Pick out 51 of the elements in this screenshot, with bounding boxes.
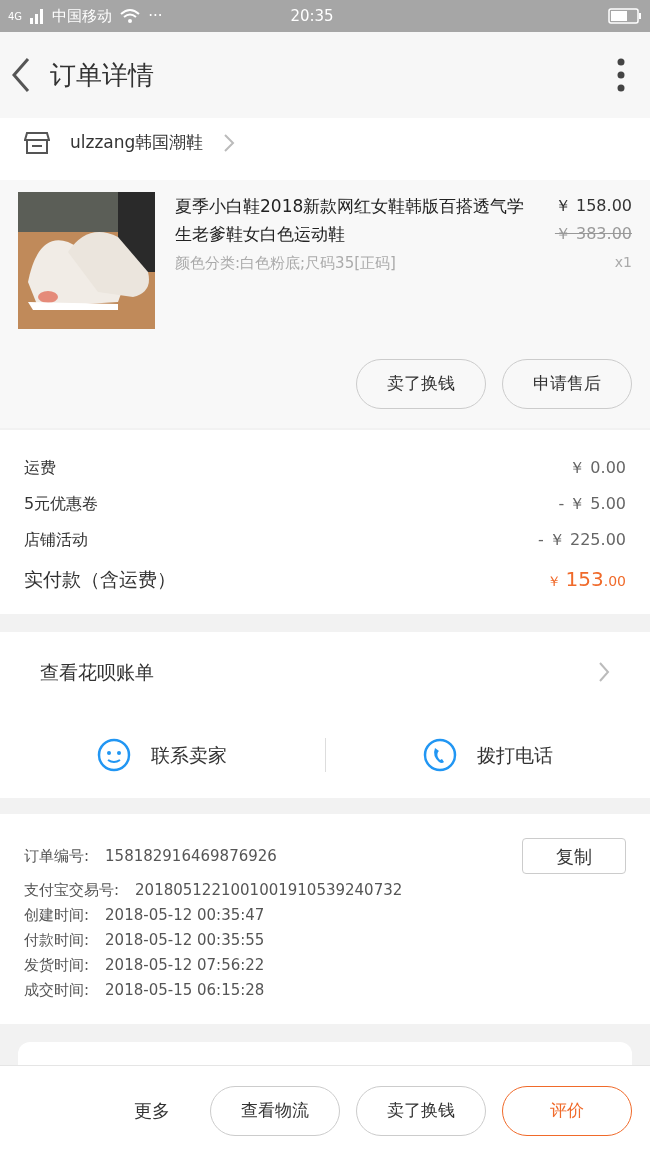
signal-icon bbox=[30, 8, 45, 24]
chevron-right-icon bbox=[223, 133, 236, 153]
info-label: 发货时间: bbox=[24, 955, 90, 977]
info-value: 2018-05-12 00:35:55 bbox=[105, 930, 266, 952]
chevron-right-icon bbox=[598, 661, 610, 683]
charge-label: 5元优惠卷 bbox=[24, 493, 99, 515]
info-value: 2018051221001001910539240732 bbox=[135, 880, 404, 902]
huabei-row[interactable]: 查看花呗账单 bbox=[0, 632, 650, 712]
action-button[interactable]: 查看物流 bbox=[210, 1085, 340, 1136]
carrier-label: 中国移动 bbox=[52, 5, 113, 27]
chat-icon bbox=[97, 738, 132, 772]
info-label: 支付宝交易号: bbox=[24, 880, 120, 902]
info-label: 订单编号: bbox=[24, 845, 90, 867]
contact-button[interactable]: 联系卖家 bbox=[97, 738, 228, 772]
battery-icon bbox=[608, 8, 642, 24]
action-button[interactable]: 卖了换钱 bbox=[356, 1085, 486, 1136]
charge-label: 运费 bbox=[24, 457, 56, 479]
product-price: ￥ 158.00 bbox=[554, 195, 632, 217]
charge-label: 店铺活动 bbox=[24, 529, 88, 551]
phone-icon bbox=[422, 738, 457, 772]
original-price: ￥ 383.00 bbox=[554, 223, 632, 245]
copy-button[interactable]: 复制 bbox=[522, 838, 626, 874]
store-icon bbox=[24, 131, 50, 155]
quantity: x1 bbox=[614, 253, 632, 272]
shop-name: ulzzang韩国潮鞋 bbox=[70, 131, 204, 155]
info-label: 付款时间: bbox=[24, 930, 90, 952]
wifi-icon bbox=[120, 8, 141, 24]
charge-value: - ￥ 225.00 bbox=[538, 529, 626, 551]
contact-button[interactable]: 拨打电话 bbox=[422, 738, 553, 772]
page-title: 订单详情 bbox=[50, 58, 155, 92]
product-title: 夏季小白鞋2018新款网红女鞋韩版百搭透气学生老爹鞋女白色运动鞋 bbox=[175, 195, 526, 246]
info-value: 2018-05-12 07:56:22 bbox=[105, 955, 266, 977]
more-icon[interactable] bbox=[616, 58, 626, 92]
more-status-label: ··· bbox=[148, 5, 163, 27]
info-label: 成交时间: bbox=[24, 980, 90, 1002]
total-label: 实付款（含运费） bbox=[24, 567, 176, 592]
product-action-button[interactable]: 卖了换钱 bbox=[356, 359, 486, 409]
charge-value: - ￥ 5.00 bbox=[558, 493, 626, 515]
info-value: 158182916469876926 bbox=[105, 845, 278, 867]
shop-row[interactable]: ulzzang韩国潮鞋 bbox=[0, 118, 650, 180]
total-amount: ￥ 153.00 bbox=[547, 566, 626, 593]
info-value: 2018-05-12 00:35:47 bbox=[105, 905, 266, 927]
network-label: 4G bbox=[8, 9, 23, 24]
charge-value: ￥ 0.00 bbox=[569, 457, 626, 479]
product-spec: 颜色分类:白色粉底;尺码35[正码] bbox=[175, 253, 397, 274]
product-action-button[interactable]: 申请售后 bbox=[502, 359, 632, 409]
info-label: 创建时间: bbox=[24, 905, 90, 927]
more-label[interactable]: 更多 bbox=[134, 1097, 170, 1124]
huabei-label: 查看花呗账单 bbox=[40, 659, 154, 685]
info-value: 2018-05-15 06:15:28 bbox=[105, 980, 266, 1002]
clock: 20:35 bbox=[290, 5, 335, 27]
